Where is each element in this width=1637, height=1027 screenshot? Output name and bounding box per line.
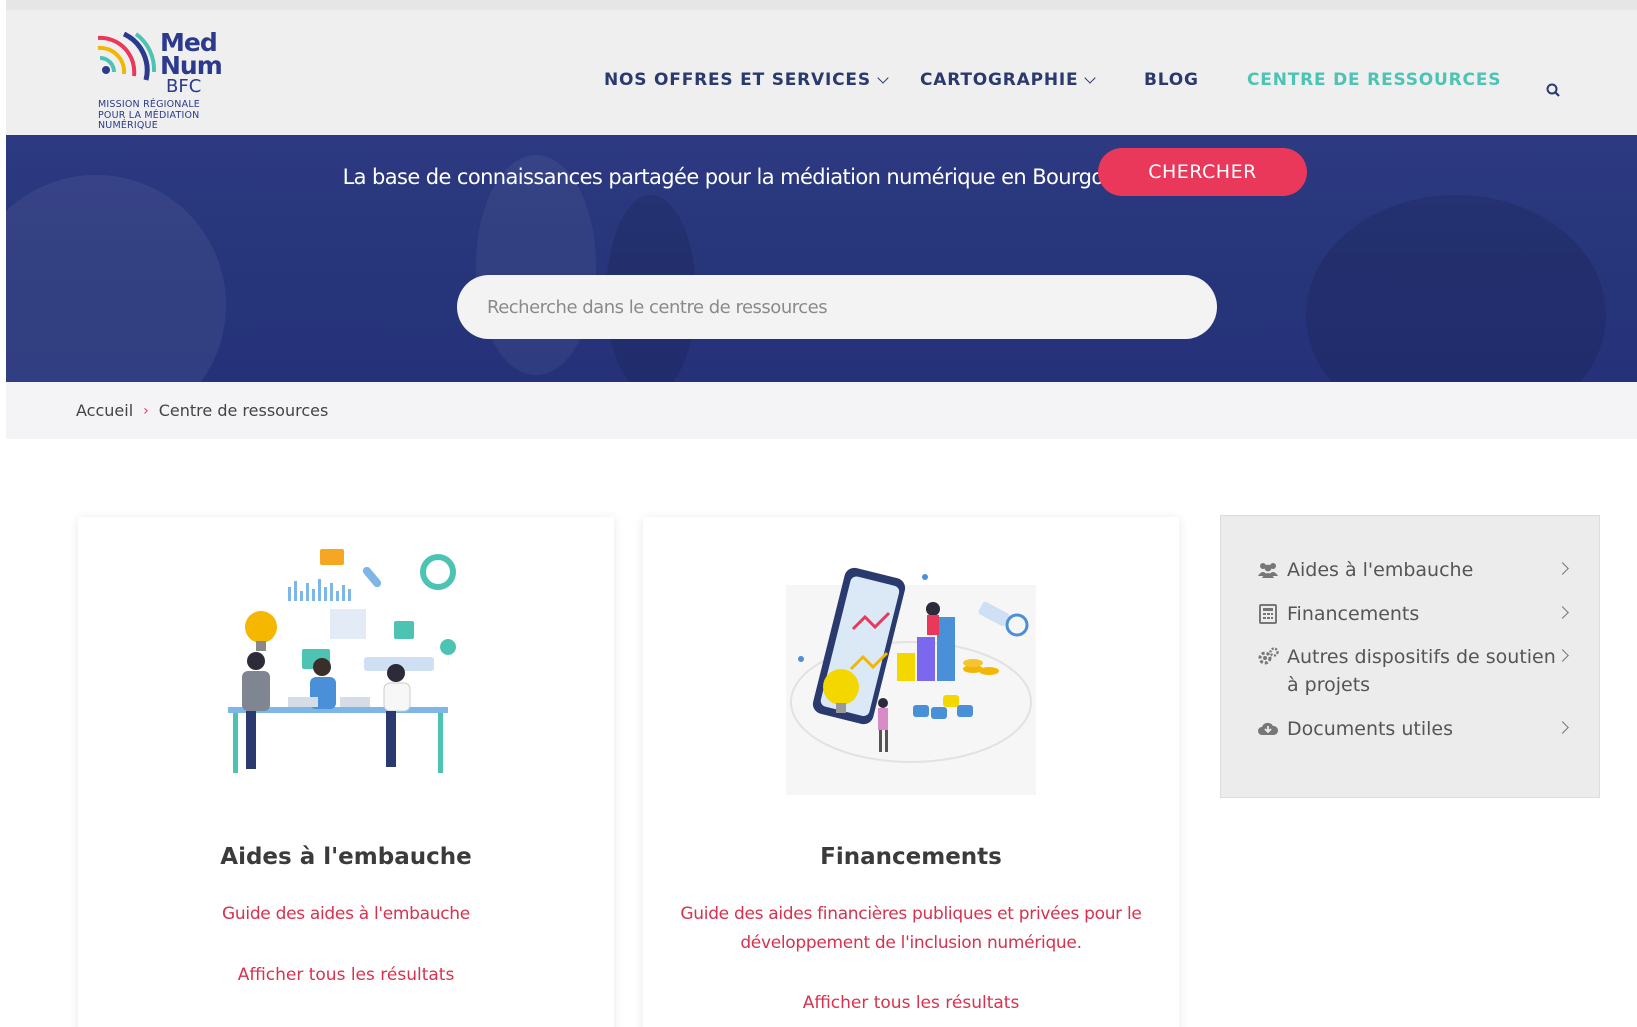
- side-item-label: Financements: [1287, 603, 1420, 625]
- logo-tagline: MISSION RÉGIONALE POUR LA MÉDIATION NUMÉ…: [98, 99, 201, 131]
- side-item-financements[interactable]: Financements: [1257, 600, 1569, 628]
- nav-item-label: NOS OFFRES ET SERVICES: [604, 70, 871, 90]
- nav-item-blog[interactable]: BLOG: [1144, 70, 1199, 90]
- breadcrumb-home[interactable]: Accueil: [76, 401, 133, 420]
- search-button[interactable]: CHERCHER: [1098, 148, 1307, 196]
- card-title: Aides à l'embauche: [220, 844, 472, 870]
- hero-bg-shape: [6, 175, 226, 382]
- nav-item-label: BLOG: [1144, 70, 1199, 90]
- card-description-link[interactable]: Guide des aides à l'embauche: [108, 900, 584, 929]
- show-all-results-link[interactable]: Afficher tous les résultats: [78, 965, 614, 985]
- logo-waves-icon: [97, 32, 157, 81]
- calculator-icon: [1259, 604, 1277, 624]
- side-item-aides-embauche[interactable]: Aides à l'embauche: [1257, 556, 1569, 584]
- card-description-link[interactable]: Guide des aides financières publiques et…: [673, 900, 1149, 958]
- logo-word-bfc: BFC: [166, 76, 202, 97]
- chevron-down-icon: [877, 71, 889, 84]
- side-item-label: Aides à l'embauche: [1287, 559, 1474, 581]
- logo-word-num: Num: [160, 51, 223, 80]
- site-header: Med Num BFC MISSION RÉGIONALE POUR LA MÉ…: [6, 0, 1637, 135]
- side-item-label: Autres dispositifs de soutien à projets: [1287, 646, 1556, 696]
- resource-card[interactable]: Aides à l'embauche Guide des aides à l'e…: [78, 517, 614, 1027]
- team-meeting-illustration: [228, 549, 457, 773]
- nav-item-label: CENTRE DE RESSOURCES: [1247, 70, 1502, 90]
- nav-item-centre-ressources[interactable]: CENTRE DE RESSOURCES: [1247, 70, 1501, 90]
- search-icon[interactable]: [1546, 83, 1560, 97]
- finance-phone-illustration: [786, 567, 1036, 795]
- hero-title: La base de connaissances partagée pour l…: [342, 165, 1301, 189]
- search-input[interactable]: [487, 275, 1067, 339]
- side-item-autres-dispositifs[interactable]: Autres dispositifs de soutien à projets: [1257, 643, 1569, 699]
- hero-banner: La base de connaissances partagée pour l…: [6, 135, 1637, 382]
- nav-item-offres[interactable]: NOS OFFRES ET SERVICES: [604, 70, 889, 90]
- show-all-results-link[interactable]: Afficher tous les résultats: [643, 993, 1179, 1013]
- breadcrumb-current: Centre de ressources: [158, 401, 329, 420]
- nav-item-label: CARTOGRAPHIE: [920, 70, 1079, 90]
- search-box: [457, 275, 1217, 339]
- resource-card[interactable]: Financements Guide des aides financières…: [643, 517, 1179, 1027]
- cloud-download-icon: [1258, 722, 1279, 735]
- users-icon: [1258, 563, 1278, 578]
- card-title: Financements: [820, 844, 1002, 870]
- side-item-label: Documents utiles: [1287, 718, 1454, 740]
- resource-category-menu: Aides à l'embauche Financements Autres d…: [1220, 515, 1600, 798]
- hero-bg-shape: [1306, 195, 1606, 382]
- breadcrumb-separator: ›: [143, 402, 149, 419]
- side-item-documents-utiles[interactable]: Documents utiles: [1257, 715, 1569, 743]
- chevron-down-icon: [1084, 71, 1097, 84]
- breadcrumb: Accueil › Centre de ressources: [6, 382, 1637, 439]
- site-logo[interactable]: Med Num BFC MISSION RÉGIONALE POUR LA MÉ…: [94, 20, 234, 131]
- nav-item-cartographie[interactable]: CARTOGRAPHIE: [920, 70, 1097, 90]
- gears-icon: [1258, 647, 1279, 665]
